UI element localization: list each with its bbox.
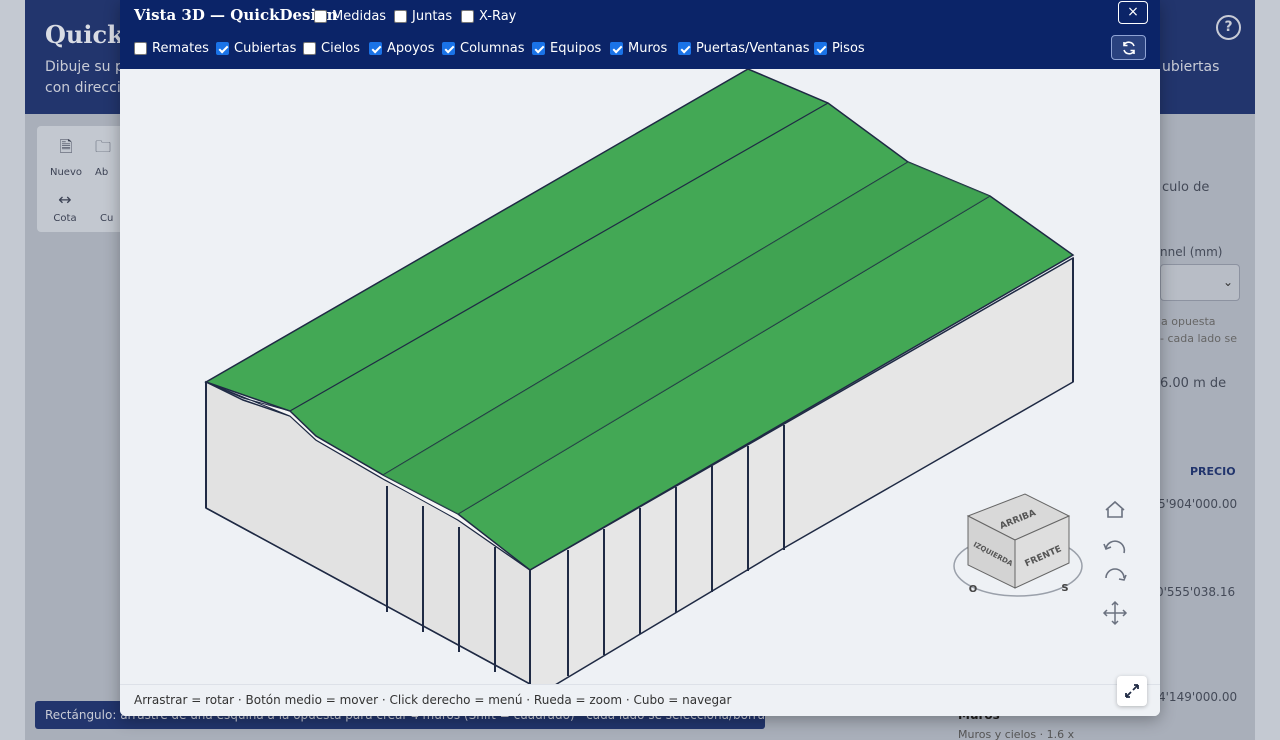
new-button[interactable]: 🗎 Nuevo [41,136,91,178]
rotate-right-icon [1105,568,1125,579]
toggle-cielos[interactable]: Cielos [303,41,360,56]
toggle-muros[interactable]: Muros [610,41,667,56]
file-icon: 🗎 [59,137,73,156]
view3d-modal: Vista 3D — QuickDesign Medidas Juntas X-… [120,0,1160,716]
open-label: Ab [95,167,109,178]
modal-footer: Arrastrar = rotar · Botón medio = mover … [120,684,1160,716]
toggle-pisos[interactable]: Pisos [814,41,865,56]
pan-button[interactable] [1102,600,1128,626]
toggle-juntas[interactable]: Juntas [394,9,452,24]
price-value: 0'555'038.16 [1156,585,1236,599]
checkbox[interactable] [303,42,316,55]
controls-hint: Arrastrar = rotar · Botón medio = mover … [134,693,732,707]
refresh-icon [1123,41,1135,55]
toggle-xray[interactable]: X-Ray [461,9,516,24]
toggle-label: Equipos [550,41,602,56]
other-tool-label: Cu [100,213,114,224]
checkbox[interactable] [814,42,827,55]
toggle-label: Medidas [332,9,387,24]
toggle-medidas[interactable]: Medidas [314,9,386,24]
dimension-button[interactable]: ↔ Cota [40,190,90,224]
app-description-line2: con direcció [45,80,130,96]
checkbox[interactable] [678,42,691,55]
toggle-label: Columnas [460,41,525,56]
toggle-equipos[interactable]: Equipos [532,41,601,56]
toggle-cubiertas[interactable]: Cubiertas [216,41,296,56]
dimension-label: Cota [53,213,77,224]
toggle-label: Puertas/Ventanas [696,41,810,56]
3d-viewport[interactable]: ARRIBA IZQUIERDA FRENTE O S [120,68,1160,702]
checkbox[interactable] [532,42,545,55]
calc-text: culo de [1162,180,1210,195]
expand-icon [1125,684,1139,698]
building-model[interactable]: ARRIBA IZQUIERDA FRENTE O S [120,68,1160,702]
toggle-label: Pisos [832,41,865,56]
arrow-head [1118,574,1127,581]
home-button[interactable] [1105,500,1125,518]
checkbox[interactable] [216,42,229,55]
close-icon: × [1127,4,1139,20]
compass-south: S [1061,583,1068,594]
toggle-puertas-ventanas[interactable]: Puertas/Ventanas [678,41,810,56]
price-value: 5'904'000.00 [1158,497,1238,511]
toggle-label: Cielos [321,41,361,56]
toggle-label: Apoyos [387,41,435,56]
move-icon [1102,600,1128,626]
rotate-left-button[interactable] [1103,540,1126,554]
toggle-label: Juntas [412,9,453,24]
app-description-right: ubiertas [1162,59,1220,75]
toggle-columnas[interactable]: Columnas [442,41,525,56]
toggle-label: Muros [628,41,668,56]
checkbox[interactable] [314,10,327,23]
checkbox[interactable] [610,42,623,55]
price-value: 4'149'000.00 [1158,690,1238,704]
app-description-line1: Dibuje su pr [45,59,130,75]
modal-header: Vista 3D — QuickDesign Medidas Juntas X-… [120,0,1160,69]
checkbox[interactable] [394,10,407,23]
fullscreen-button[interactable] [1117,676,1147,706]
chevron-down-icon: ⌄ [1222,275,1233,289]
checkbox[interactable] [369,42,382,55]
checkbox[interactable] [461,10,474,23]
toggle-apoyos[interactable]: Apoyos [369,41,435,56]
compass-west: O [969,584,978,595]
rotate-right-button[interactable] [1105,568,1127,581]
dimension-icon: ↔ [58,190,72,209]
toggle-label: X-Ray [479,9,517,24]
toggle-remates[interactable]: Remates [134,41,209,56]
hint-line2: - cada lado se [1160,332,1237,345]
home-icon [1105,500,1125,518]
checkbox[interactable] [442,42,455,55]
view-cube[interactable]: ARRIBA IZQUIERDA FRENTE O S [953,493,1083,597]
help-button[interactable]: ? [1216,15,1241,40]
channel-label: nnel (mm) [1160,245,1223,259]
channel-select[interactable]: ⌄ [1160,264,1240,301]
price-header: PRECIO [1190,465,1236,478]
length-text: 6.00 m de [1160,376,1227,391]
walls-sub: Muros y cielos · 1.6 x [958,728,1075,740]
close-button[interactable]: × [1118,1,1148,24]
checkbox[interactable] [134,42,147,55]
toggle-label: Remates [152,41,209,56]
toggle-label: Cubiertas [234,41,297,56]
refresh-button[interactable] [1111,35,1146,60]
modal-title: Vista 3D — QuickDesign [134,6,338,24]
new-label: Nuevo [49,167,82,178]
hint-line1: la opuesta [1158,315,1216,328]
